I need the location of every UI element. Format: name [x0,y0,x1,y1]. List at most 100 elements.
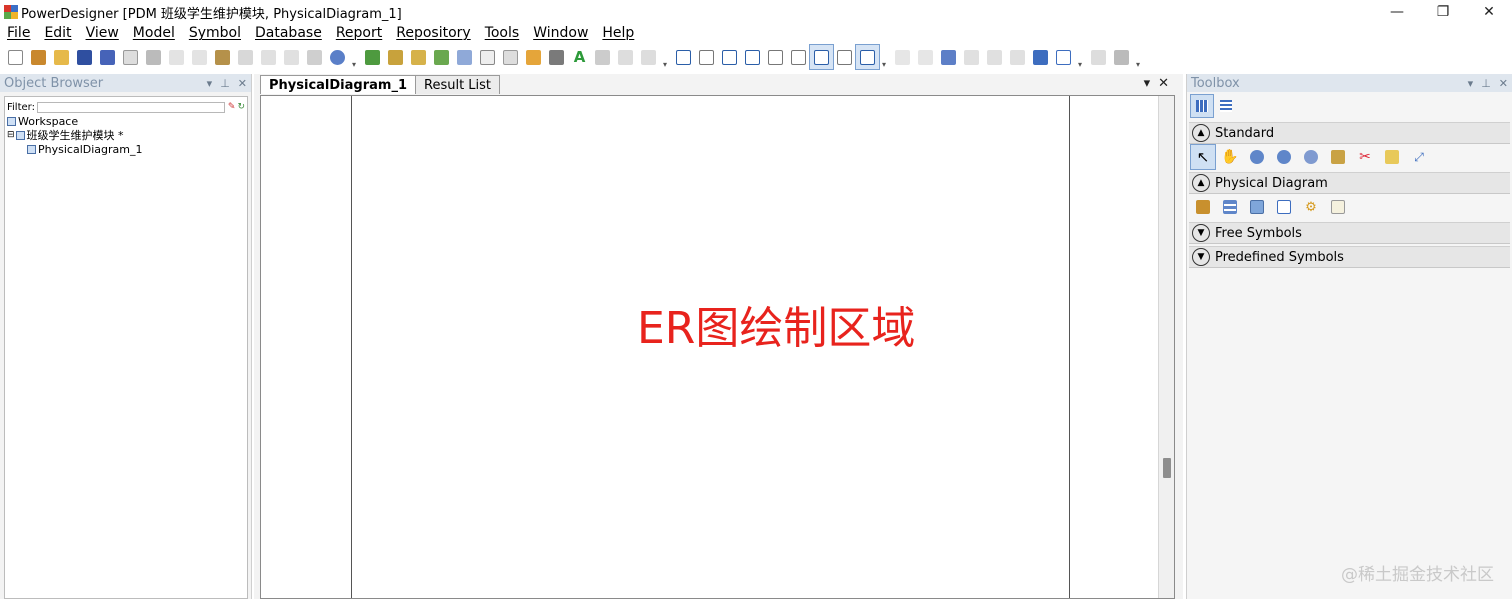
refresh-filter-icon[interactable]: ↻ [237,102,245,112]
check-model-icon[interactable] [407,45,430,69]
file-tool-icon[interactable] [1326,195,1350,219]
section-physical-diagram[interactable]: ▲ Physical Diagram [1189,172,1510,194]
section-free-symbols[interactable]: ▼ Free Symbols [1189,222,1510,244]
filter-input[interactable] [36,101,225,113]
report-print-icon[interactable] [1110,45,1133,69]
align-center-icon[interactable] [695,45,718,69]
panel-close-icon[interactable]: ✕ [238,77,247,90]
document-close-icon[interactable]: ✕ [1158,76,1169,91]
save-all-icon[interactable] [96,45,119,69]
menu-symbol[interactable]: Symbol [182,25,248,41]
panel-menu-icon[interactable]: ▾ [1468,77,1474,90]
panel-close-icon[interactable]: ✕ [1499,77,1508,90]
menu-model[interactable]: Model [126,25,182,41]
zoom-window-icon[interactable] [809,44,834,70]
menu-repository[interactable]: Repository [389,25,477,41]
menu-report[interactable]: Report [329,25,389,41]
grabber-tool-icon[interactable]: ✋ [1218,145,1242,169]
new-model-icon[interactable] [27,45,50,69]
pin-icon[interactable]: ⊥ [1481,77,1491,90]
clear-filter-icon[interactable]: ✎ [228,102,236,112]
layout-icon[interactable] [937,45,960,69]
print-preview-icon[interactable] [119,45,142,69]
comment-icon[interactable] [833,45,856,69]
menu-view[interactable]: View [79,25,126,41]
align-top-icon[interactable] [741,45,764,69]
back-icon[interactable] [614,45,637,69]
bring-front-icon[interactable] [983,45,1006,69]
align-bottom-icon[interactable] [787,45,810,69]
toolbar-overflow-icon[interactable]: ▾ [1133,45,1143,69]
grid-display-icon[interactable] [855,44,880,70]
pin-icon[interactable]: ⊥ [220,77,230,90]
toolbar-overflow-icon[interactable]: ▾ [1075,45,1085,69]
fill-icon[interactable] [591,45,614,69]
format-painter-icon[interactable] [545,45,568,69]
redo-icon[interactable] [280,45,303,69]
procedure-tool-icon[interactable]: ⚙ [1299,195,1323,219]
save-icon[interactable] [73,45,96,69]
toolbar-overflow-icon[interactable]: ▾ [879,45,889,69]
open-icon[interactable] [50,45,73,69]
new-icon[interactable] [4,45,27,69]
link-tool-icon[interactable]: ⤢ [1407,145,1431,169]
icon-view-icon[interactable] [1190,94,1214,118]
validate-icon[interactable] [453,45,476,69]
split-icon[interactable] [1052,45,1075,69]
print-icon[interactable] [142,45,165,69]
menu-file[interactable]: File [0,25,37,41]
open-diagram-icon[interactable] [1299,145,1323,169]
menu-window[interactable]: Window [526,25,595,41]
package-icon[interactable] [384,45,407,69]
repository-icon[interactable] [326,45,349,69]
menu-help[interactable]: Help [595,25,641,41]
tab-list-icon[interactable]: ▾ [1144,76,1151,91]
package-tool-icon[interactable] [1191,195,1215,219]
minimize-button[interactable]: — [1374,0,1420,24]
properties-icon[interactable] [303,45,326,69]
scroll-thumb[interactable] [1163,458,1171,478]
tab-physical-diagram[interactable]: PhysicalDiagram_1 [260,75,416,94]
note-tool-icon[interactable] [1380,145,1404,169]
section-standard[interactable]: ▲ Standard [1189,122,1510,144]
tree-item-model[interactable]: ⊟ 班级学生维护模块 * [5,128,247,142]
restore-button[interactable]: ❐ [1420,0,1466,24]
toolbar-overflow-icon[interactable]: ▾ [349,45,359,69]
diagram-canvas[interactable]: ER图绘制区域 [260,95,1175,599]
reference-tool-icon[interactable] [1272,195,1296,219]
close-window-button[interactable]: ✕ [1466,0,1512,24]
tree-item-workspace[interactable]: Workspace [5,114,247,128]
send-back-icon[interactable] [960,45,983,69]
toolbar-overflow-icon[interactable]: ▾ [660,45,670,69]
grid-icon[interactable] [499,45,522,69]
properties-tool-icon[interactable] [1326,145,1350,169]
collapse-icon[interactable]: ⊟ [7,130,15,140]
tab-result-list[interactable]: Result List [415,75,501,94]
panel-menu-icon[interactable]: ▾ [207,77,213,90]
delete-tool-icon[interactable]: ✂ [1353,145,1377,169]
align-left-icon[interactable] [672,45,695,69]
zoom-in-icon[interactable] [1245,145,1269,169]
menu-tools[interactable]: Tools [478,25,527,41]
align-middle-icon[interactable] [764,45,787,69]
section-predefined-symbols[interactable]: ▼ Predefined Symbols [1189,246,1510,268]
tree-item-diagram[interactable]: PhysicalDiagram_1 [5,142,247,156]
stack-icon[interactable] [1006,45,1029,69]
table-tool-icon[interactable] [1218,195,1242,219]
group-icon[interactable] [914,45,937,69]
list-view-icon[interactable] [1215,95,1237,117]
view-tool-icon[interactable] [1245,195,1269,219]
pen-icon[interactable] [522,45,545,69]
forward-icon[interactable] [637,45,660,69]
menu-database[interactable]: Database [248,25,329,41]
report-preview-icon[interactable] [1087,45,1110,69]
shape-icon[interactable] [476,45,499,69]
undo-icon[interactable] [257,45,280,69]
distribute-icon[interactable] [1029,45,1052,69]
refresh-icon[interactable] [430,45,453,69]
zoom-out-icon[interactable] [1272,145,1296,169]
paste-icon[interactable] [211,45,234,69]
arrange-icon[interactable] [891,45,914,69]
menu-edit[interactable]: Edit [37,25,78,41]
align-right-icon[interactable] [718,45,741,69]
